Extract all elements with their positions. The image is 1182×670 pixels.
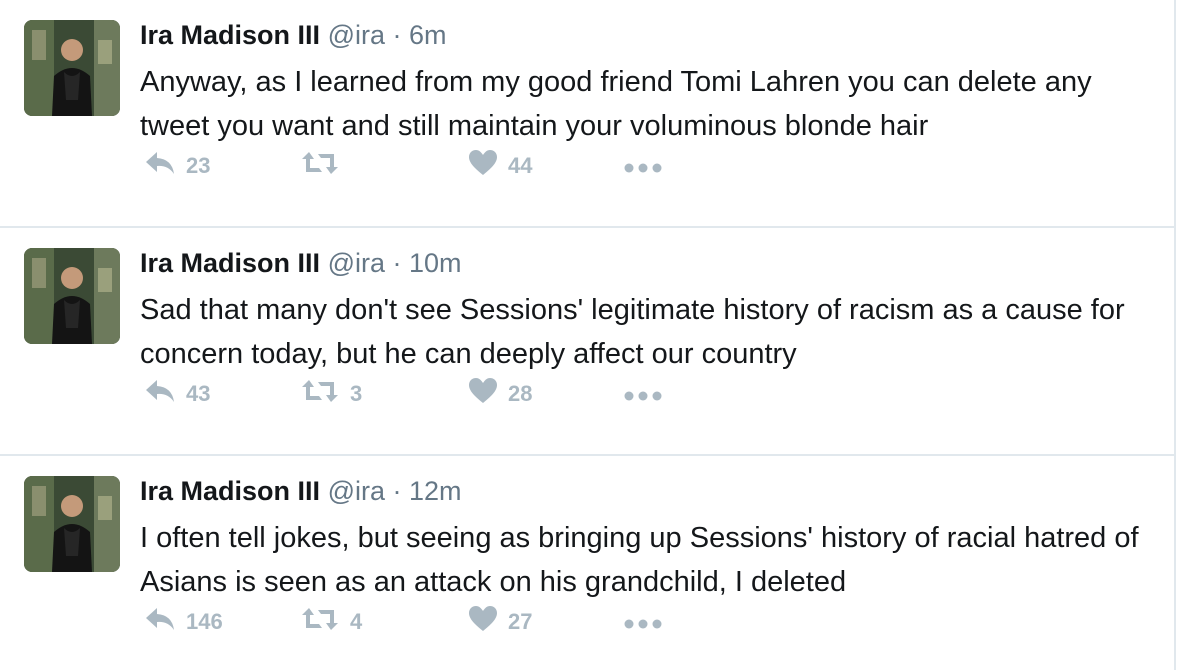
heart-icon [468,605,498,639]
more-options-button[interactable] [624,374,662,414]
reply-button[interactable]: 43 [144,374,210,414]
tweet-header: Ira Madison III @ira · 12m [140,474,462,508]
retweet-count: 4 [350,609,363,634]
tweet-text: Anyway, as I learned from my good friend… [140,66,1092,142]
reply-count: 146 [186,609,223,634]
tweet-text: I often tell jokes, but seeing as bringi… [140,522,1139,598]
reply-count: 43 [186,381,211,406]
tweet-text: Sad that many don't see Sessions' legiti… [140,294,1125,370]
like-button[interactable]: 27 [468,602,532,642]
avatar[interactable] [24,476,120,572]
avatar[interactable] [24,20,120,116]
reply-count: 23 [186,153,211,178]
avatar[interactable] [24,248,120,344]
separator-dot: · [392,20,402,50]
tweet-actions: 43 3 28 [140,374,740,414]
reply-icon [144,150,176,182]
author-handle[interactable]: @ira [328,248,385,278]
tweet-actions: 23 44 [140,146,740,186]
separator-dot: · [392,248,402,278]
timestamp[interactable]: 12m [409,476,462,506]
tweet-actions: 146 4 27 [140,602,740,642]
retweet-button[interactable]: 4 [300,602,362,642]
retweet-button[interactable] [300,146,350,186]
tweet[interactable]: Ira Madison III @ira · 6m Anyway, as I l… [0,0,1174,228]
retweet-icon [300,150,340,182]
tweet-timeline: Ira Madison III @ira · 6m Anyway, as I l… [0,0,1176,670]
heart-icon [468,377,498,411]
like-button[interactable]: 28 [468,374,532,414]
author-name[interactable]: Ira Madison III [140,476,320,506]
like-count: 27 [508,609,533,634]
tweet[interactable]: Ira Madison III @ira · 12m I often tell … [0,456,1174,670]
more-icon [624,609,662,635]
reply-icon [144,378,176,410]
like-count: 44 [508,153,533,178]
separator-dot: · [392,476,402,506]
reply-button[interactable]: 23 [144,146,210,186]
more-options-button[interactable] [624,602,662,642]
reply-button[interactable]: 146 [144,602,223,642]
author-handle[interactable]: @ira [328,476,385,506]
author-name[interactable]: Ira Madison III [140,20,320,50]
retweet-count: 3 [350,381,363,406]
timestamp[interactable]: 6m [409,20,447,50]
more-icon [624,153,662,179]
reply-icon [144,606,176,638]
more-icon [624,381,662,407]
author-handle[interactable]: @ira [328,20,385,50]
tweet[interactable]: Ira Madison III @ira · 10m Sad that many… [0,228,1174,456]
author-name[interactable]: Ira Madison III [140,248,320,278]
like-count: 28 [508,381,533,406]
tweet-header: Ira Madison III @ira · 10m [140,246,462,280]
retweet-icon [300,378,340,410]
heart-icon [468,149,498,183]
like-button[interactable]: 44 [468,146,532,186]
timestamp[interactable]: 10m [409,248,462,278]
retweet-icon [300,606,340,638]
retweet-button[interactable]: 3 [300,374,362,414]
tweet-header: Ira Madison III @ira · 6m [140,18,447,52]
more-options-button[interactable] [624,146,662,186]
